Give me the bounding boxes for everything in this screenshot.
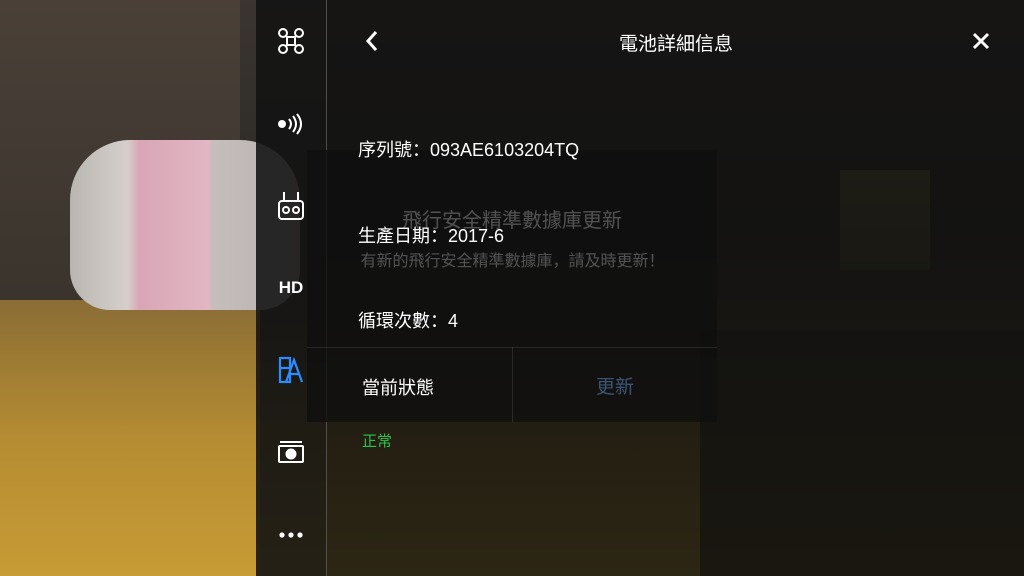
camera-icon (278, 440, 304, 464)
background-update-button[interactable]: 更新 (513, 372, 717, 399)
production-date-label: 生產日期： (358, 226, 448, 246)
camera-floor (0, 300, 260, 576)
drone-icon (277, 27, 305, 55)
sidebar-item-signal[interactable] (256, 99, 326, 149)
sidebar-item-more[interactable] (256, 510, 326, 560)
hd-icon: HD (278, 278, 304, 297)
battery-info-icon (278, 356, 304, 384)
cycle-count-value: 4 (448, 311, 459, 331)
current-status-value: 正常 (362, 432, 393, 450)
current-status-label: 當前狀態 (362, 378, 434, 399)
cycle-count-label: 循環次數： (358, 311, 448, 331)
sidebar-item-aircraft[interactable] (256, 16, 326, 66)
close-icon (972, 32, 990, 54)
background-dialog-body: 有新的飛行安全精準數據庫，請及時更新！ (360, 251, 665, 270)
serial-number-row: 序列號：093AE6103204TQ (358, 136, 579, 162)
serial-number-value: 093AE6103204TQ (430, 140, 580, 160)
production-date-value: 2017-6 (448, 226, 505, 246)
close-button[interactable] (966, 28, 996, 58)
production-date-row: 生產日期：2017-6 (358, 222, 504, 248)
serial-number-label: 序列號： (358, 140, 430, 160)
page-title: 電池詳細信息 (618, 33, 733, 55)
signal-icon (276, 113, 306, 135)
chevron-left-icon (365, 30, 379, 56)
cycle-count-row: 循環次數：4 (358, 307, 458, 333)
back-button[interactable] (360, 28, 384, 58)
remote-controller-icon (278, 191, 304, 221)
more-icon (278, 531, 304, 539)
sidebar-item-camera[interactable] (256, 427, 326, 477)
